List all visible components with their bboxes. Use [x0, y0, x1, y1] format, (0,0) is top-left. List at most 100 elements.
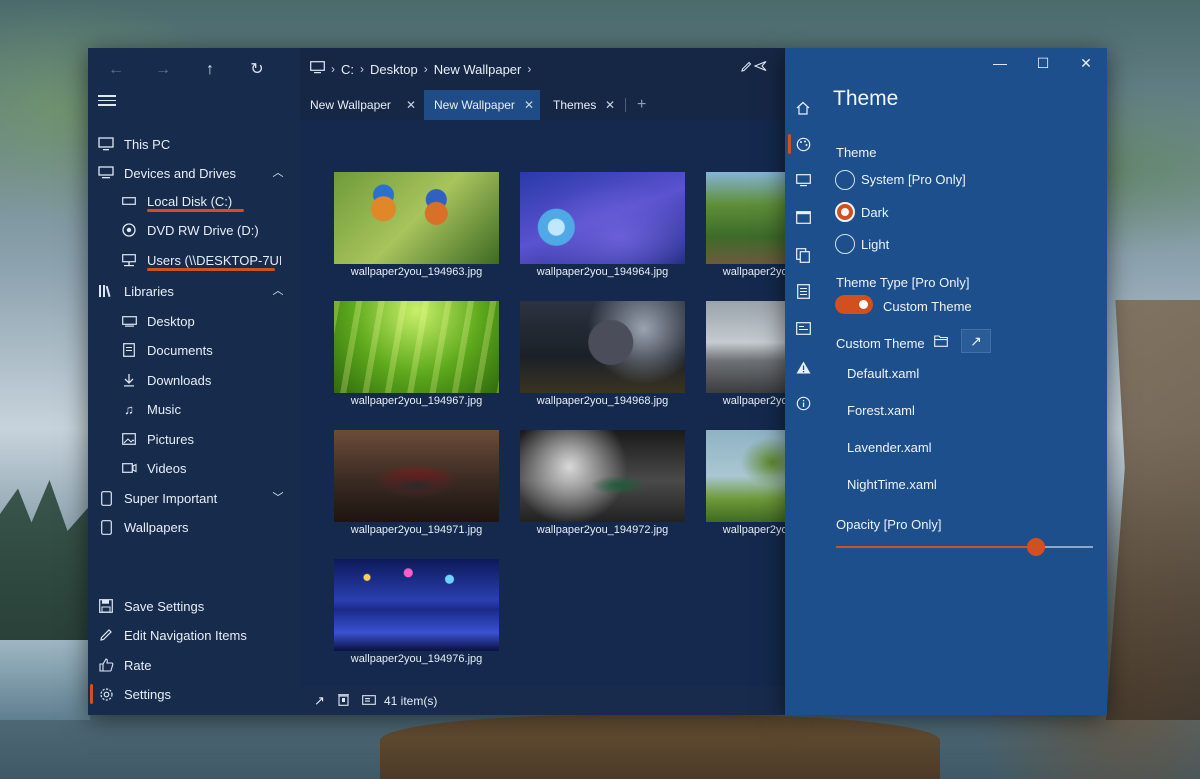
chevron-up-icon[interactable]: ︿ [272, 167, 284, 179]
sidebar-section-devices[interactable]: Devices and Drives ︿ [88, 160, 300, 186]
sidebar-item-music[interactable]: ♫ Music [88, 396, 300, 422]
breadcrumb-item[interactable]: C: [341, 62, 354, 77]
chevron-up-icon[interactable]: ︿ [272, 285, 284, 297]
close-icon[interactable]: ✕ [406, 98, 416, 112]
tab-themes[interactable]: Themes ✕ [543, 90, 621, 120]
file-name[interactable]: wallpaper2you_194967.jpg [334, 393, 499, 409]
drive-icon [120, 192, 138, 210]
info-icon[interactable] [793, 393, 813, 413]
widgets-icon[interactable] [793, 318, 813, 338]
theme-file-item[interactable]: Default.xaml [847, 366, 919, 381]
refresh-button[interactable]: ↻ [245, 59, 269, 81]
address-bar[interactable]: › C: › Desktop › New Wallpaper › [300, 48, 785, 90]
thumbnail[interactable] [334, 559, 499, 651]
thumbnail[interactable] [706, 301, 785, 393]
close-icon[interactable]: ✕ [605, 98, 615, 112]
sidebar-item-label: Pictures [147, 431, 194, 447]
close-button[interactable]: ✕ [1072, 54, 1100, 72]
radio-dark[interactable] [835, 202, 855, 222]
desktop-icon [120, 312, 138, 330]
music-icon: ♫ [124, 401, 134, 417]
window-icon[interactable] [793, 207, 813, 227]
theme-section-label: Theme [836, 145, 877, 160]
file-name[interactable]: wallpaper2you_194969.jpg [706, 393, 785, 409]
thumbnail[interactable] [334, 430, 499, 522]
rate-button[interactable]: Rate [88, 652, 300, 678]
file-name[interactable]: wallpaper2you_194973.jpg [706, 522, 785, 538]
thumbnail[interactable] [520, 430, 685, 522]
breadcrumb-item[interactable]: New Wallpaper [434, 62, 522, 77]
tab-new-wallpaper-1[interactable]: New Wallpaper ✕ [300, 90, 422, 120]
theme-file-item[interactable]: Forest.xaml [847, 403, 915, 418]
sidebar-item-wallpapers[interactable]: Wallpapers [88, 514, 300, 540]
sidebar-item-downloads[interactable]: Downloads [88, 367, 300, 393]
computer-icon[interactable] [310, 61, 325, 77]
new-tab-button[interactable]: + [637, 96, 646, 114]
sidebar-item-documents[interactable]: Documents [88, 337, 300, 363]
sidebar-item-label: Documents [147, 342, 213, 358]
sidebar-item-desktop[interactable]: Desktop [88, 308, 300, 334]
custom-theme-toggle[interactable] [835, 295, 873, 314]
recycle-icon[interactable] [338, 693, 349, 709]
file-explorer-window: ← → ↑ ↻ This PC Devices and Drives ︿ Loc… [88, 48, 785, 715]
edit-path-icon[interactable] [741, 60, 767, 75]
maximize-button[interactable]: ☐ [1029, 54, 1057, 72]
sidebar-item-videos[interactable]: Videos [88, 455, 300, 481]
tab-new-wallpaper-2[interactable]: New Wallpaper ✕ [424, 90, 540, 120]
edit-navigation-items-button[interactable]: Edit Navigation Items [88, 622, 300, 648]
monitor-icon[interactable] [793, 170, 813, 190]
sidebar-section-label: Devices and Drives [124, 165, 236, 181]
home-icon[interactable] [793, 98, 813, 118]
hamburger-menu-icon[interactable] [98, 92, 116, 110]
computer-icon [97, 135, 115, 153]
sidebar-item-this-pc[interactable]: This PC [88, 131, 300, 157]
file-name[interactable]: wallpaper2you_194963.jpg [334, 264, 499, 280]
save-settings-button[interactable]: Save Settings [88, 593, 300, 619]
forward-button[interactable]: → [151, 59, 175, 81]
file-name[interactable]: wallpaper2you_194965.jpg [706, 264, 785, 280]
theme-file-item[interactable]: NightTime.xaml [847, 477, 937, 492]
copy-icon[interactable] [793, 245, 813, 265]
thumbnail[interactable] [706, 430, 785, 522]
sidebar-item-super-important[interactable]: Super Important ﹀ [88, 485, 300, 511]
file-name[interactable]: wallpaper2you_194968.jpg [520, 393, 685, 409]
radio-label[interactable]: System [Pro Only] [861, 172, 966, 187]
back-button[interactable]: ← [104, 59, 128, 81]
chevron-down-icon[interactable]: ﹀ [272, 492, 284, 504]
radio-light[interactable] [835, 234, 855, 254]
sidebar-item-dvd-drive[interactable]: DVD RW Drive (D:) [88, 217, 300, 243]
sidebar-item-label: This PC [124, 136, 171, 152]
close-icon[interactable]: ✕ [524, 98, 534, 112]
theme-type-label: Theme Type [Pro Only] [836, 275, 970, 290]
open-external-icon[interactable]: ↗ [961, 329, 991, 353]
minimize-button[interactable]: — [986, 54, 1014, 72]
palette-icon[interactable] [793, 134, 813, 154]
opacity-slider-thumb[interactable] [1027, 538, 1046, 556]
sidebar-item-label: Edit Navigation Items [124, 627, 247, 643]
file-name[interactable]: wallpaper2you_194972.jpg [520, 522, 685, 538]
sidebar-section-libraries[interactable]: Libraries ︿ [88, 278, 300, 304]
radio-system[interactable] [835, 170, 855, 190]
up-button[interactable]: ↑ [198, 59, 222, 81]
folder-icon[interactable] [934, 334, 948, 352]
theme-file-item[interactable]: Lavender.xaml [847, 440, 932, 455]
thumbnail[interactable] [334, 172, 499, 264]
file-name[interactable]: wallpaper2you_194976.jpg [334, 651, 499, 667]
drive-icon[interactable] [362, 694, 376, 708]
item-count: 41 item(s) [384, 694, 438, 708]
radio-label[interactable]: Dark [861, 205, 888, 220]
thumbnail[interactable] [334, 301, 499, 393]
file-name[interactable]: wallpaper2you_194964.jpg [520, 264, 685, 280]
video-icon [120, 459, 138, 477]
settings-button[interactable]: Settings [88, 681, 300, 707]
warning-icon[interactable] [793, 357, 813, 377]
sidebar-item-pictures[interactable]: Pictures [88, 426, 300, 452]
list-icon[interactable] [793, 281, 813, 301]
breadcrumb-item[interactable]: Desktop [370, 62, 418, 77]
file-name[interactable]: wallpaper2you_194971.jpg [334, 522, 499, 538]
thumbnail[interactable] [706, 172, 785, 264]
radio-label[interactable]: Light [861, 237, 889, 252]
thumbnail[interactable] [520, 301, 685, 393]
thumbnail[interactable] [520, 172, 685, 264]
trending-icon[interactable]: ↗ [314, 693, 325, 709]
